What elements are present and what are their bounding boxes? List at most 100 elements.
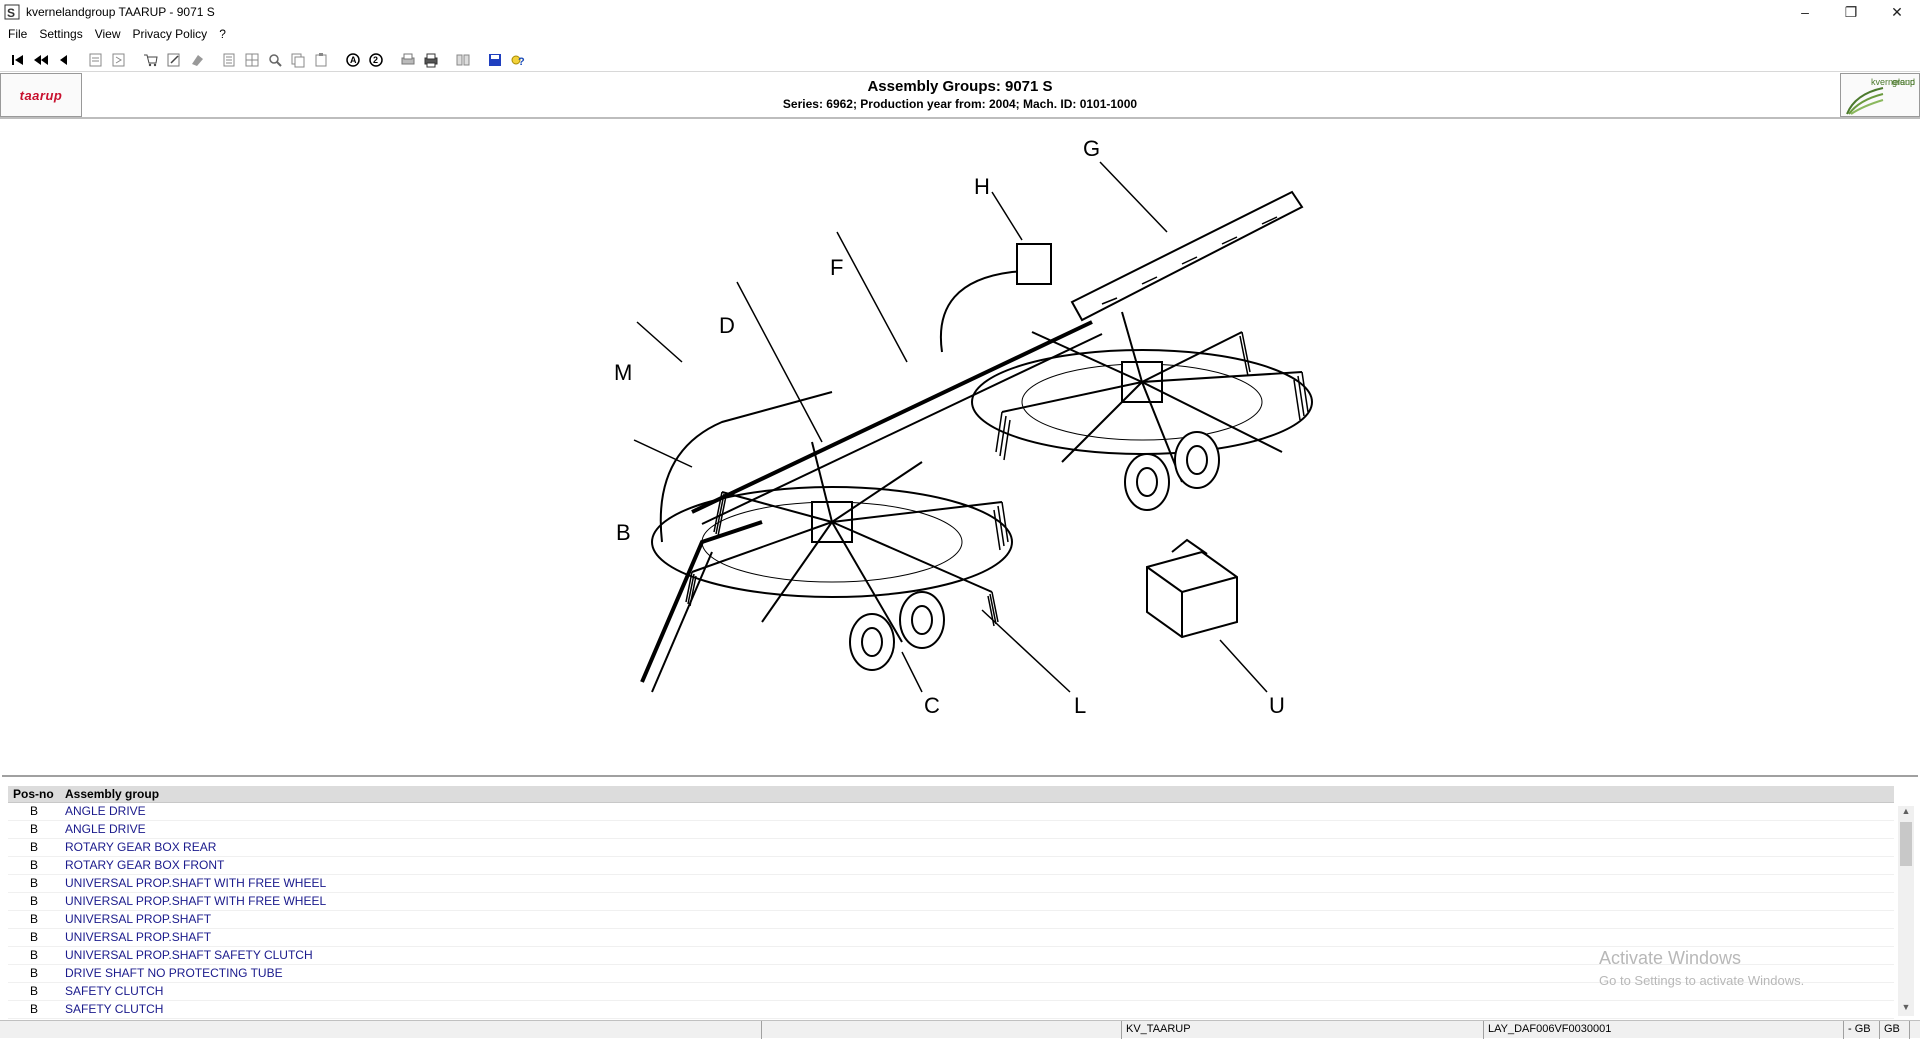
svg-text:2: 2 (373, 55, 378, 65)
table-row[interactable]: B UNIVERSAL PROP.SHAFT (8, 910, 1894, 929)
row-group[interactable]: SAFETY CLUTCH (60, 1000, 1894, 1019)
print-icon[interactable] (421, 50, 441, 70)
callout-g[interactable]: G (1083, 136, 1100, 161)
callout-h[interactable]: H (974, 174, 990, 199)
svg-text:S: S (7, 6, 15, 20)
table-row[interactable]: B ANGLE DRIVE (8, 820, 1894, 839)
copy-icon[interactable] (288, 50, 308, 70)
cart-icon[interactable] (141, 50, 161, 70)
menu-bar: File Settings View Privacy Policy ? (0, 24, 1920, 44)
exploded-drawing-panel: G H F D M B C L U (2, 122, 1918, 777)
row-group[interactable]: ROTARY GEAR BOX FRONT (60, 856, 1894, 875)
search-a-icon[interactable]: A (343, 50, 363, 70)
window-title: kvernelandgroup TAARUP - 9071 S (26, 5, 215, 19)
previous-fast-icon[interactable] (31, 50, 51, 70)
print-preview-icon[interactable] (398, 50, 418, 70)
menu-help[interactable]: ? (213, 27, 232, 41)
callout-c[interactable]: C (924, 693, 940, 718)
scroll-down-icon[interactable]: ▼ (1898, 1002, 1914, 1016)
table-row[interactable]: B ROTARY GEAR BOX REAR (8, 838, 1894, 857)
row-group[interactable]: UNIVERSAL PROP.SHAFT (60, 910, 1894, 929)
table-row[interactable]: B UNIVERSAL PROP.SHAFT WITH FREE WHEEL (8, 874, 1894, 893)
row-pos: B (8, 928, 60, 947)
kverneland-logo: kverneland group (1840, 73, 1920, 117)
callout-u[interactable]: U (1269, 693, 1285, 718)
row-group[interactable]: UNIVERSAL PROP.SHAFT WITH FREE WHEEL (60, 874, 1894, 893)
page-title: Assembly Groups: 9071 S (867, 78, 1053, 95)
table-row[interactable]: B SAFETY CLUTCH (8, 1000, 1894, 1019)
table-row[interactable]: B ANGLE DRIVE (8, 802, 1894, 821)
row-pos: B (8, 964, 60, 983)
menu-file[interactable]: File (2, 27, 33, 41)
kverneland-leaf-icon (1846, 87, 1884, 115)
row-group[interactable]: ANGLE DRIVE (60, 820, 1894, 839)
grid-icon[interactable] (242, 50, 262, 70)
callout-l[interactable]: L (1074, 693, 1086, 718)
svg-text:?: ? (518, 56, 525, 68)
table-row[interactable]: B UNIVERSAL PROP.SHAFT WITH FREE WHEEL (8, 892, 1894, 911)
book-icon[interactable] (453, 50, 473, 70)
row-pos: B (8, 910, 60, 929)
list-icon[interactable] (219, 50, 239, 70)
status-bar: KV_TAARUP LAY_DAF006VF0030001 - GB GB (0, 1020, 1920, 1039)
status-catalog: KV_TAARUP (1122, 1021, 1484, 1039)
kverneland-logo-line2: group (1891, 77, 1915, 87)
row-group[interactable]: ANGLE DRIVE (60, 802, 1894, 821)
list-scrollbar[interactable]: ▲ ▼ (1898, 806, 1914, 1016)
help-icon[interactable]: ? (508, 50, 528, 70)
row-pos: B (8, 982, 60, 1001)
zoom-icon[interactable] (265, 50, 285, 70)
watermark-line1: Activate Windows (1599, 948, 1742, 968)
row-pos: B (8, 892, 60, 911)
svg-text:A: A (350, 55, 357, 65)
row-group[interactable]: UNIVERSAL PROP.SHAFT (60, 928, 1894, 947)
callout-m[interactable]: M (614, 360, 632, 385)
close-button[interactable]: ✕ (1874, 0, 1920, 24)
callout-f[interactable]: F (830, 255, 843, 280)
restore-button[interactable]: ❐ (1828, 0, 1874, 24)
save-icon[interactable] (485, 50, 505, 70)
paste-icon[interactable] (311, 50, 331, 70)
status-cell-2 (762, 1021, 1122, 1039)
callout-d[interactable]: D (719, 313, 735, 338)
status-cell-1 (0, 1021, 762, 1039)
column-header-assembly-group[interactable]: Assembly group (60, 786, 1894, 803)
row-pos: B (8, 802, 60, 821)
row-pos: B (8, 856, 60, 875)
row-group[interactable]: ROTARY GEAR BOX REAR (60, 838, 1894, 857)
scroll-up-icon[interactable]: ▲ (1898, 806, 1914, 820)
row-pos: B (8, 820, 60, 839)
toolbar: A 2 ? (0, 48, 1920, 72)
first-icon[interactable] (8, 50, 28, 70)
row-pos: B (8, 874, 60, 893)
column-header-pos-no[interactable]: Pos-no (8, 786, 60, 803)
clear-icon[interactable] (187, 50, 207, 70)
menu-view[interactable]: View (89, 27, 127, 41)
row-pos: B (8, 838, 60, 857)
status-language-2: GB (1880, 1021, 1910, 1039)
table-header-row: Pos-no Assembly group (8, 786, 1894, 803)
rake-drawing: G H F D M B C L U (614, 136, 1313, 718)
activation-watermark: Activate Windows Go to Settings to activ… (1599, 948, 1804, 988)
previous-icon[interactable] (54, 50, 74, 70)
page-back-icon[interactable] (86, 50, 106, 70)
edit-icon[interactable] (164, 50, 184, 70)
search-2-icon[interactable]: 2 (366, 50, 386, 70)
page-forward-icon[interactable] (109, 50, 129, 70)
row-pos: B (8, 1000, 60, 1019)
watermark-line2: Go to Settings to activate Windows. (1599, 973, 1805, 988)
row-pos: B (8, 946, 60, 965)
app-icon: S (4, 4, 20, 20)
scroll-thumb[interactable] (1900, 822, 1912, 866)
table-row[interactable]: B ROTARY GEAR BOX FRONT (8, 856, 1894, 875)
minimize-button[interactable]: – (1782, 0, 1828, 24)
menu-settings[interactable]: Settings (33, 27, 88, 41)
table-row[interactable]: B UNIVERSAL PROP.SHAFT (8, 928, 1894, 947)
menu-privacy-policy[interactable]: Privacy Policy (127, 27, 214, 41)
row-group[interactable]: UNIVERSAL PROP.SHAFT WITH FREE WHEEL (60, 892, 1894, 911)
callout-b[interactable]: B (616, 520, 631, 545)
title-bar: S kvernelandgroup TAARUP - 9071 S – ❐ ✕ (0, 0, 1920, 24)
status-layout-id: LAY_DAF006VF0030001 (1484, 1021, 1844, 1039)
document-header: taarup Assembly Groups: 9071 S Series: 6… (0, 73, 1920, 119)
status-language-1: - GB (1844, 1021, 1880, 1039)
